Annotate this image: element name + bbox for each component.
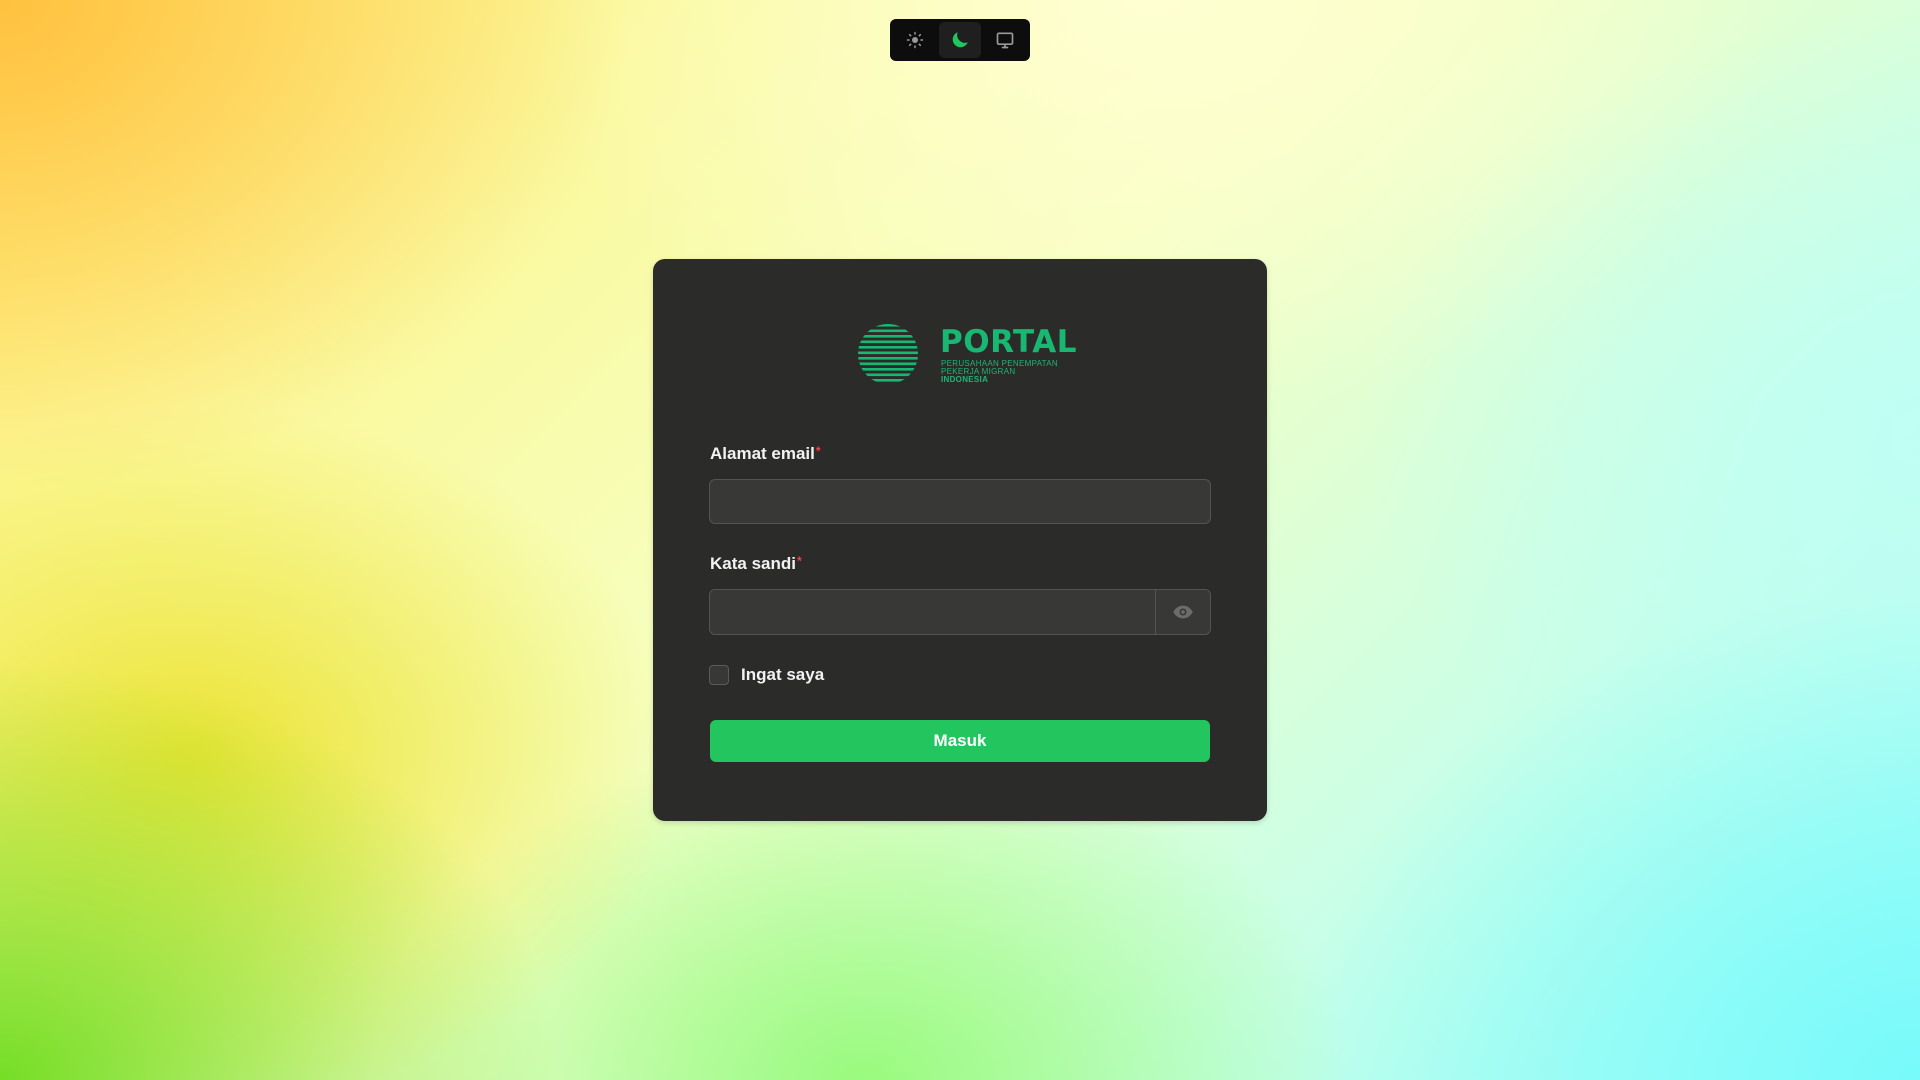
sun-icon bbox=[907, 31, 924, 49]
email-label-text: Alamat email bbox=[710, 444, 815, 463]
logo-subtitle-line: INDONESIA bbox=[941, 375, 989, 384]
monitor-icon bbox=[996, 32, 1014, 49]
password-field[interactable] bbox=[710, 590, 1155, 634]
password-label-text: Kata sandi bbox=[710, 554, 796, 573]
required-marker: * bbox=[815, 444, 821, 458]
login-button[interactable]: Masuk bbox=[710, 720, 1210, 762]
remember-label: Ingat saya bbox=[741, 665, 825, 684]
email-label: Alamat email* bbox=[710, 444, 821, 464]
eye-icon bbox=[1173, 605, 1193, 619]
password-field-wrapper bbox=[709, 589, 1211, 635]
show-password-button[interactable] bbox=[1155, 590, 1210, 634]
moon-icon bbox=[952, 32, 968, 48]
remember-me[interactable]: Ingat saya bbox=[709, 665, 824, 685]
login-card: PORTAL PERUSAHAAN PENEMPATAN PEKERJA MIG… bbox=[653, 259, 1267, 821]
system-theme-button[interactable] bbox=[983, 22, 1026, 58]
logo-subtitle: PERUSAHAAN PENEMPATAN PEKERJA MIGRAN IND… bbox=[941, 360, 1058, 384]
dark-theme-button[interactable] bbox=[938, 22, 982, 58]
theme-switcher bbox=[890, 19, 1030, 61]
password-label: Kata sandi* bbox=[710, 554, 802, 574]
globe-stripes-icon bbox=[858, 324, 918, 382]
login-page: PORTAL PERUSAHAAN PENEMPATAN PEKERJA MIG… bbox=[0, 0, 1920, 1080]
required-marker: * bbox=[796, 554, 802, 568]
logo-title: PORTAL bbox=[940, 324, 1078, 360]
email-field[interactable] bbox=[709, 479, 1211, 524]
light-theme-button[interactable] bbox=[894, 22, 937, 58]
portal-logo: PORTAL PERUSAHAAN PENEMPATAN PEKERJA MIG… bbox=[857, 323, 1077, 385]
remember-checkbox[interactable] bbox=[709, 665, 729, 685]
